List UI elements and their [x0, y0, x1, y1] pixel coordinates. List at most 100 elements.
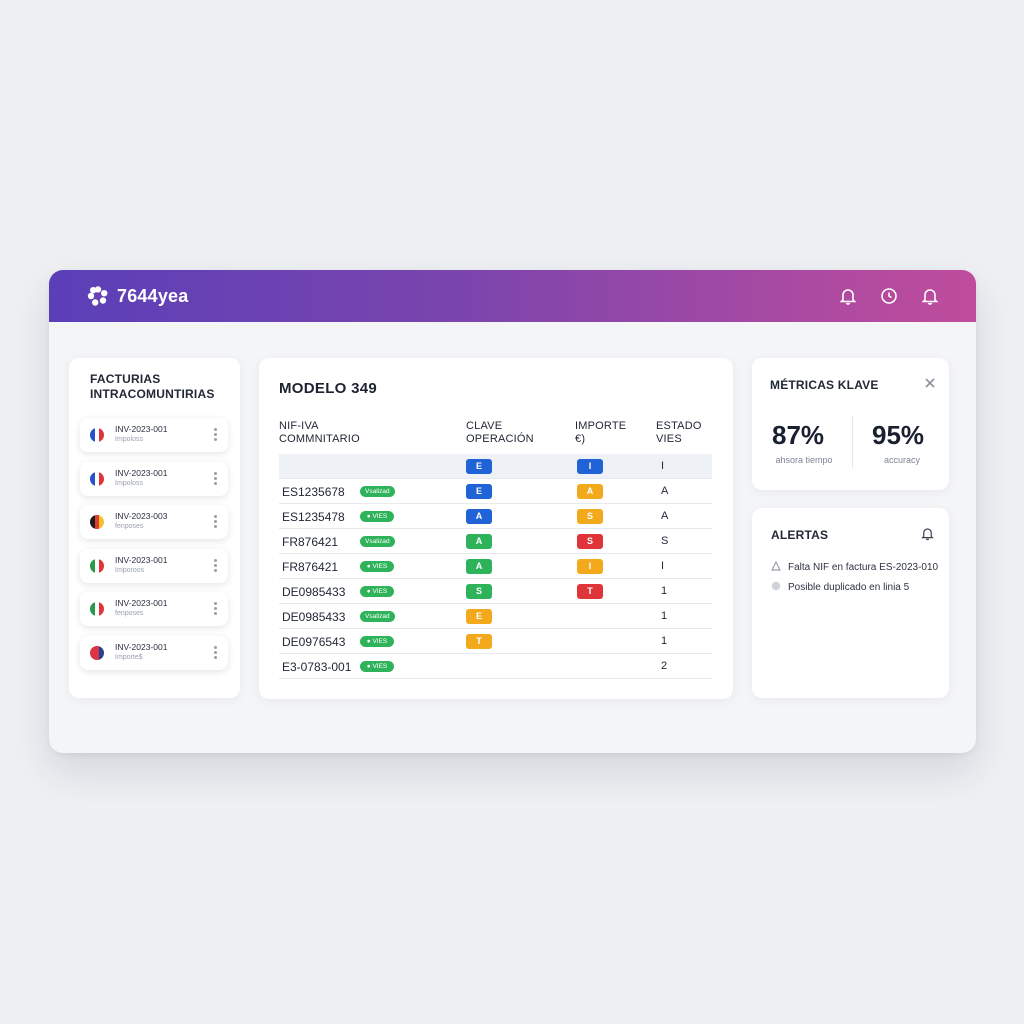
invoices-panel-title: FACTURIAS INTRACOMUNTIRIAS: [90, 372, 215, 401]
vies-status-badge: Vsalizad: [360, 486, 395, 497]
importe-tag: I: [577, 459, 603, 474]
header-nif: NIF-IVA COMMNITARIO: [279, 420, 360, 445]
table-row[interactable]: ES1235478 ● VIES A S A: [279, 504, 712, 529]
more-options-icon[interactable]: [212, 471, 218, 486]
invoice-card[interactable]: INV-2023-001 Impoloss: [80, 418, 228, 452]
metric-value: 87%: [772, 420, 825, 450]
alerts-title: ALERTAS: [771, 528, 829, 542]
table-row[interactable]: E3-0783-001 ● VIES 2: [279, 654, 712, 679]
vies-status-badge: ● VIES: [360, 561, 394, 572]
alert-item[interactable]: Falta NIF en factura ES-2023-010: [771, 561, 938, 573]
clave-tag: A: [466, 534, 492, 549]
estado-cell: A: [661, 510, 669, 522]
invoice-card[interactable]: INV-2023-001 Importe$: [80, 636, 228, 670]
bell-icon[interactable]: [838, 286, 858, 306]
table-row[interactable]: DE0976543 ● VIES T 1: [279, 629, 712, 654]
estado-cell: 1: [661, 610, 668, 622]
estado-cell: 2: [661, 660, 668, 672]
metric-value: 95%: [872, 420, 925, 450]
invoice-card[interactable]: INV-2023-001 fenposes: [80, 592, 228, 627]
modelo-349-panel: MODELO 349 NIF-IVA COMMNITARIO CLAVE OPE…: [259, 358, 733, 699]
warning-icon: [771, 561, 781, 571]
nif-cell: ES1235478: [282, 510, 345, 524]
more-options-icon[interactable]: [212, 646, 218, 660]
nif-cell: FR876421: [282, 535, 339, 549]
nif-cell: DE0976543: [282, 635, 346, 649]
clave-tag: E: [466, 609, 492, 624]
close-icon[interactable]: [924, 377, 936, 389]
info-icon: [771, 581, 781, 591]
clave-tag: E: [466, 459, 492, 474]
more-options-icon[interactable]: [212, 558, 218, 573]
vies-status-badge: Vsalizad: [360, 536, 395, 547]
invoice-subtitle: Impoloss: [115, 436, 144, 443]
importe-tag: S: [577, 534, 603, 549]
table-row[interactable]: EII: [279, 454, 712, 479]
importe-tag: A: [577, 484, 603, 499]
flag-icon: [90, 471, 104, 486]
invoice-subtitle: fenposes: [115, 610, 144, 618]
flag-icon: [90, 428, 104, 442]
table-row[interactable]: ES1235678 Vsalizad E A A: [279, 479, 712, 504]
clave-tag: A: [466, 559, 492, 574]
vies-status-badge: ● VIES: [360, 586, 394, 597]
estado-cell: I: [661, 560, 665, 572]
importe-tag: T: [577, 584, 603, 599]
header-clave: CLAVE OPERACIÓN: [466, 420, 534, 445]
table-row[interactable]: DE0985433 ● VIES S T 1: [279, 579, 712, 604]
estado-cell: I: [661, 460, 665, 472]
nif-cell: FR876421: [282, 560, 339, 574]
notification-icon[interactable]: [920, 286, 940, 306]
importe-tag: S: [577, 509, 603, 524]
invoice-card[interactable]: INV-2023-001 Imporoos: [80, 548, 228, 583]
table-row[interactable]: FR876421 Vsalizad A S S: [279, 529, 712, 554]
metric-label: accuracy: [883, 455, 920, 465]
header-estado: ESTADO VIES: [656, 420, 702, 445]
estado-cell: A: [661, 485, 669, 497]
invoice-subtitle: Imporoos: [115, 566, 145, 574]
table-row[interactable]: FR876421 ● VIES A I I: [279, 554, 712, 579]
header-importe: IMPORTE €): [575, 420, 627, 445]
invoice-id: INV-2023-001: [115, 424, 168, 434]
bell-icon[interactable]: [920, 526, 935, 541]
estado-cell: 1: [661, 585, 668, 597]
nif-cell: E3-0783-001: [282, 660, 352, 674]
estado-cell: 1: [661, 635, 668, 647]
logo-icon: [87, 286, 108, 306]
invoice-id: INV-2023-001: [115, 554, 168, 565]
vies-status-badge: ● VIES: [360, 511, 394, 522]
app-title: 7644yea: [117, 286, 189, 306]
more-options-icon[interactable]: [212, 428, 218, 442]
metrics-title: MÉTRICAS KLAVE: [770, 378, 879, 392]
invoice-subtitle: fenposes: [115, 523, 144, 531]
flag-icon: [90, 515, 104, 530]
invoice-id: INV-2023-003: [115, 511, 168, 522]
estado-cell: S: [661, 535, 669, 547]
clock-icon[interactable]: [879, 286, 899, 306]
nif-cell: DE0985433: [282, 610, 346, 624]
nif-cell: DE0985433: [282, 585, 346, 599]
alert-item[interactable]: Posible duplicado en linia 5: [771, 581, 909, 593]
alerts-panel: ALERTAS Falta NIF en factura ES-2023-010…: [752, 508, 949, 698]
table-row[interactable]: DE0985433 Vsalizad E 1: [279, 604, 712, 629]
nif-cell: ES1235678: [282, 485, 345, 499]
invoice-card[interactable]: INV-2023-001 Impoloss: [80, 461, 228, 496]
metric-divider: [852, 416, 853, 468]
invoice-id: INV-2023-001: [115, 642, 168, 652]
clave-tag: S: [466, 584, 492, 599]
vies-status-badge: Vsalizad: [360, 611, 395, 622]
clave-tag: A: [466, 509, 492, 524]
invoice-card[interactable]: INV-2023-003 fenposes: [80, 505, 228, 540]
vies-status-badge: ● VIES: [360, 661, 394, 672]
clave-tag: T: [466, 634, 492, 649]
metric-label: ahsora tiempo: [775, 455, 833, 465]
app-window: 7644yea FACTURIAS INTRACOMUNTIRIAS INV-2…: [49, 270, 976, 753]
more-options-icon[interactable]: [212, 602, 218, 616]
invoice-subtitle: Importe$: [115, 654, 143, 661]
more-options-icon[interactable]: [212, 515, 218, 529]
vies-status-badge: ● VIES: [360, 636, 394, 647]
metrics-panel: MÉTRICAS KLAVE 87% ahsora tiempo 95% acc…: [752, 358, 949, 490]
flag-icon: [90, 646, 104, 660]
invoices-panel: FACTURIAS INTRACOMUNTIRIAS INV-2023-001 I…: [69, 358, 240, 698]
invoice-id: INV-2023-001: [115, 598, 168, 609]
